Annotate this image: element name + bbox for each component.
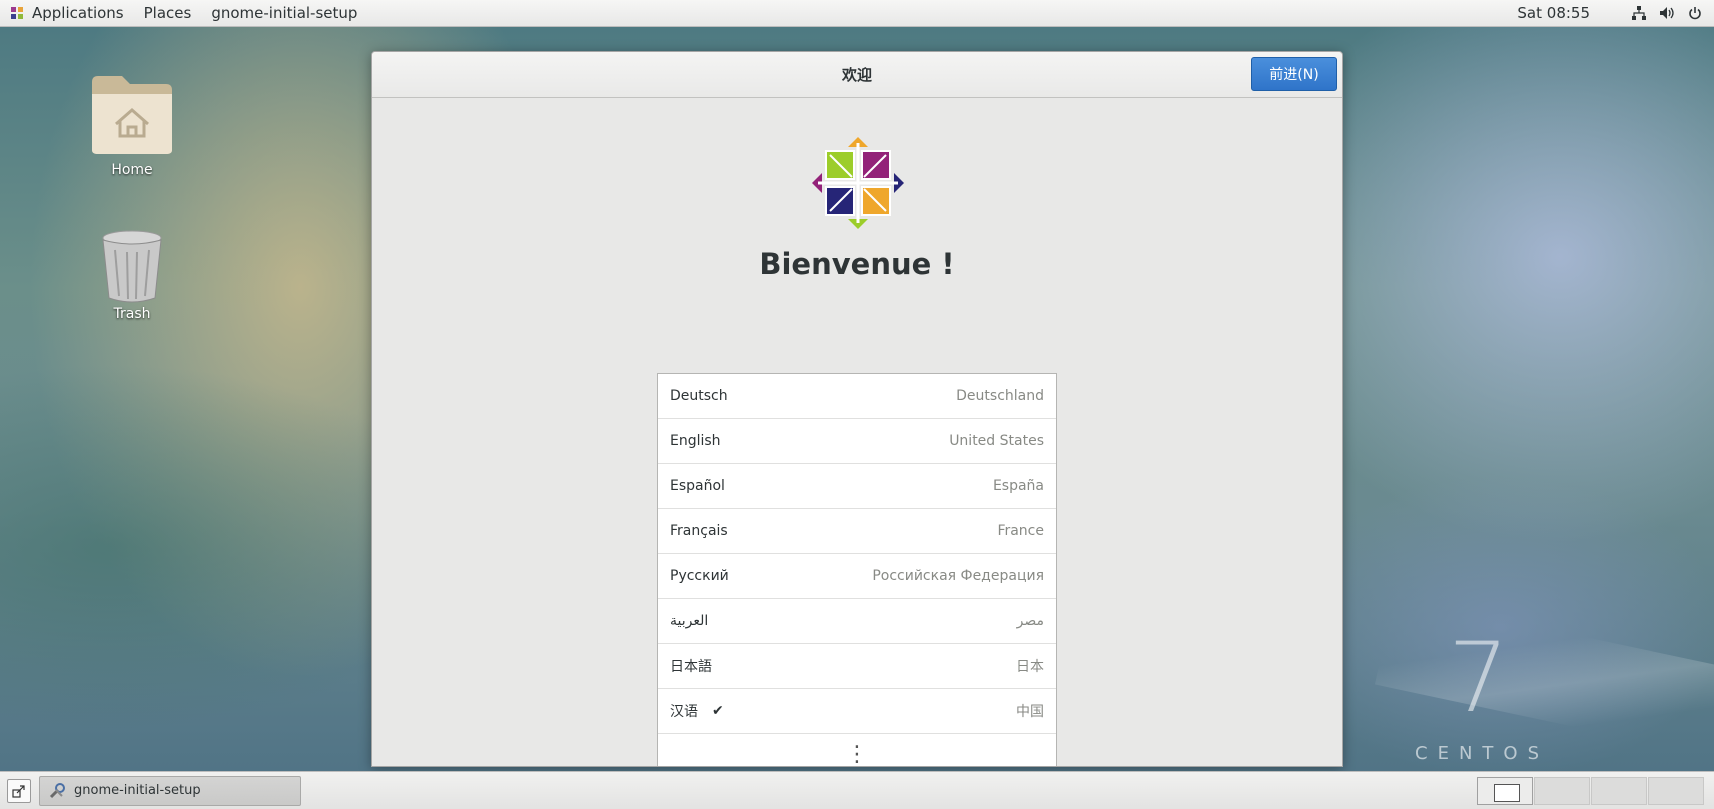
language-name: Русский	[670, 568, 729, 584]
language-row-arabic[interactable]: العربية مصر	[658, 599, 1056, 644]
places-label: Places	[143, 4, 192, 22]
applications-menu[interactable]: Applications	[0, 0, 134, 26]
language-row-russian[interactable]: Русский Российская Федерация	[658, 554, 1056, 599]
language-country: 中国	[1016, 704, 1044, 720]
language-row-francais[interactable]: Français France	[658, 509, 1056, 554]
language-country: United States	[949, 433, 1044, 449]
initial-setup-window: 欢迎 前进(N) Bienvenue ! Deutsch Deutschland	[371, 51, 1343, 767]
trash-desktop-icon[interactable]: Trash	[82, 228, 182, 322]
language-name: 日本語	[670, 659, 712, 675]
language-name: Français	[670, 523, 728, 539]
window-titlebar[interactable]: 欢迎 前进(N)	[372, 52, 1342, 98]
show-desktop-icon	[12, 784, 25, 798]
applications-icon	[10, 6, 24, 20]
language-country: España	[992, 478, 1044, 494]
volume-icon[interactable]	[1658, 4, 1676, 22]
power-icon[interactable]	[1686, 4, 1704, 22]
welcome-heading: Bienvenue !	[759, 247, 955, 281]
active-app-label: gnome-initial-setup	[211, 4, 358, 22]
network-icon[interactable]	[1630, 4, 1648, 22]
selected-check-icon: ✔	[712, 703, 724, 719]
applications-label: Applications	[32, 4, 124, 22]
workspace-4[interactable]	[1648, 776, 1704, 805]
language-country: مصر	[1016, 613, 1044, 629]
centos-version-watermark: 7	[1448, 622, 1510, 734]
language-name: العربية	[670, 613, 709, 629]
setup-tools-icon	[49, 782, 65, 798]
language-name: Deutsch	[670, 388, 728, 404]
language-row-english[interactable]: English United States	[658, 419, 1056, 464]
window-content: Bienvenue ! Deutsch Deutschland English …	[372, 99, 1342, 767]
language-row-espanol[interactable]: Español España	[658, 464, 1056, 509]
centos-text-watermark: CENTOS	[1415, 743, 1549, 764]
next-button[interactable]: 前进(N)	[1251, 57, 1337, 91]
home-label: Home	[111, 162, 153, 178]
clock[interactable]: Sat 08:55	[1517, 4, 1590, 22]
more-icon: ⋮	[846, 741, 868, 767]
language-row-japanese[interactable]: 日本語 日本	[658, 644, 1056, 689]
window-title: 欢迎	[841, 66, 872, 84]
folder-home-icon	[92, 76, 172, 154]
language-list: Deutsch Deutschland English United State…	[657, 373, 1057, 767]
taskbar-item-gnome-initial-setup[interactable]: gnome-initial-setup	[39, 775, 301, 806]
language-name: Español	[670, 478, 725, 494]
language-name: English	[670, 433, 721, 449]
places-menu[interactable]: Places	[134, 0, 202, 26]
language-country: Deutschland	[956, 388, 1044, 404]
workspace-switcher	[1476, 776, 1704, 805]
language-row-chinese[interactable]: 汉语 ✔ 中国	[658, 689, 1056, 734]
language-name: 汉语	[670, 704, 698, 720]
workspace-2[interactable]	[1534, 776, 1590, 805]
centos-logo	[812, 137, 904, 229]
language-country: 日本	[1016, 659, 1044, 675]
show-desktop-button[interactable]	[7, 778, 31, 803]
home-desktop-icon[interactable]: Home	[82, 72, 182, 178]
taskbar-item-label: gnome-initial-setup	[74, 783, 201, 798]
trash-label: Trash	[113, 306, 151, 322]
bottom-taskbar: gnome-initial-setup	[0, 771, 1714, 809]
workspace-1[interactable]	[1477, 776, 1533, 805]
active-app-menu[interactable]: gnome-initial-setup	[201, 0, 367, 26]
language-row-deutsch[interactable]: Deutsch Deutschland	[658, 374, 1056, 419]
language-country: Российская Федерация	[872, 568, 1044, 584]
more-languages-button[interactable]: ⋮	[658, 734, 1056, 767]
workspace-3[interactable]	[1591, 776, 1647, 805]
language-country: France	[997, 523, 1044, 539]
trash-icon	[102, 230, 162, 303]
top-bar: Applications Places gnome-initial-setup …	[0, 0, 1714, 27]
